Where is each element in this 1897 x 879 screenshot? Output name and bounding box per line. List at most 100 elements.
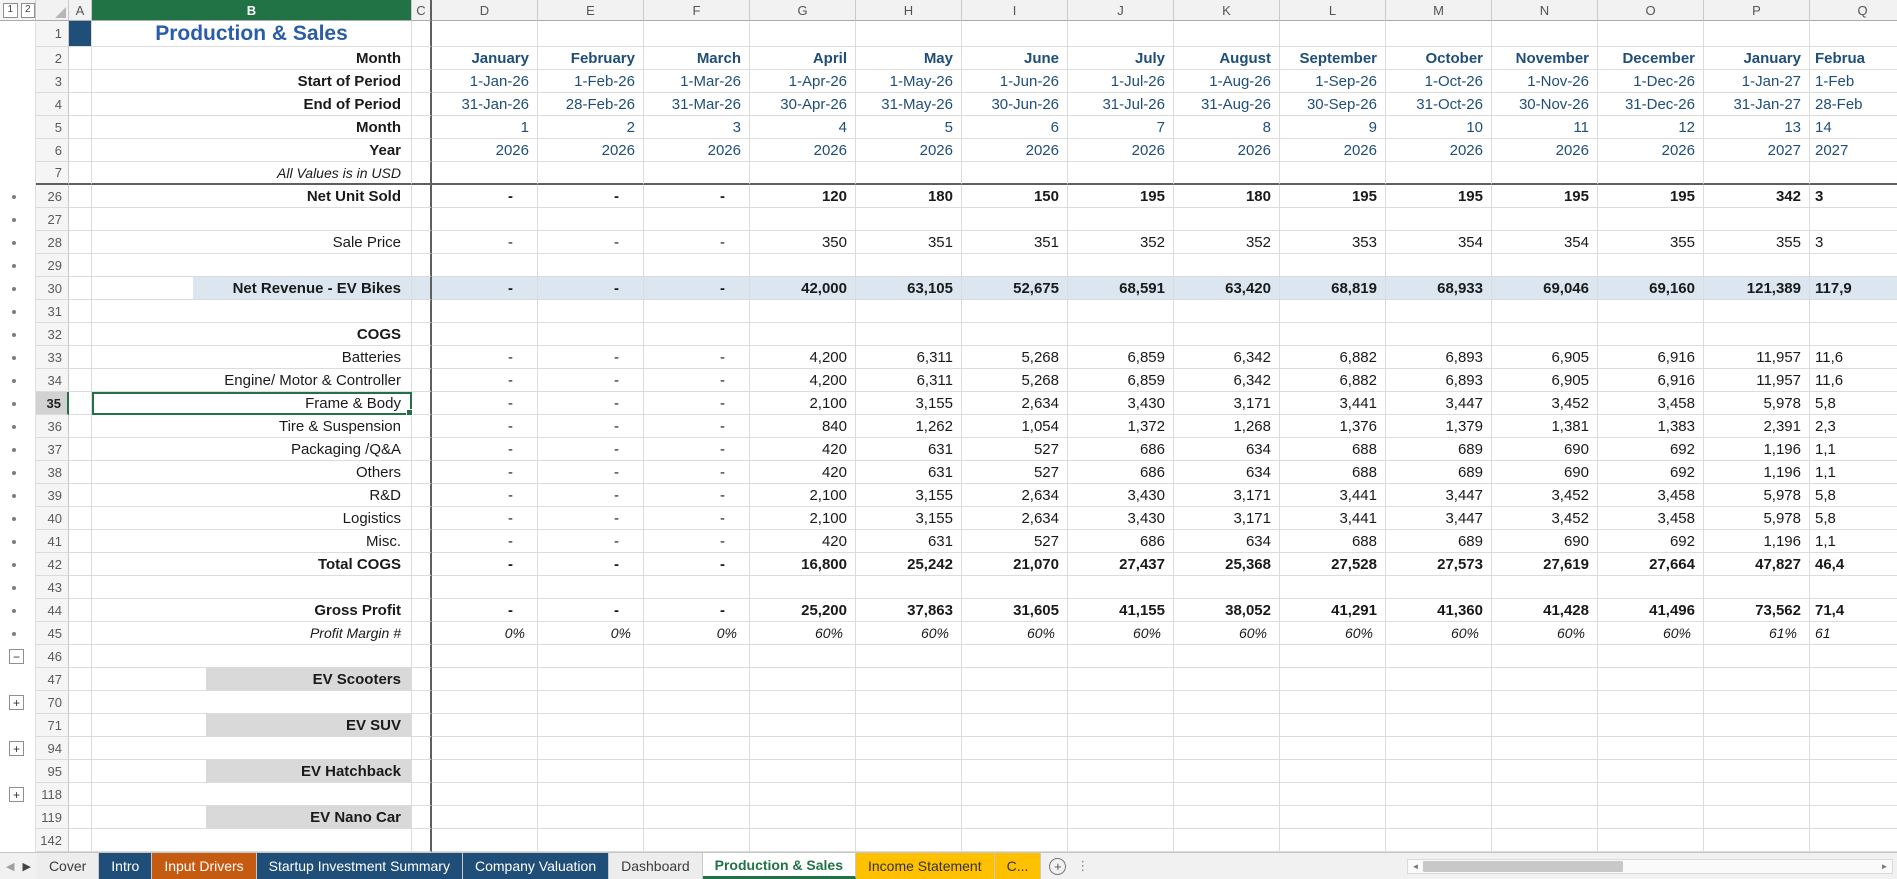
cell-J45[interactable]: 60% — [1068, 622, 1174, 645]
cell-N32[interactable] — [1492, 323, 1598, 346]
cell-N31[interactable] — [1492, 300, 1598, 323]
cell-B44[interactable]: Gross Profit — [92, 599, 412, 622]
cell-P142[interactable] — [1704, 829, 1810, 852]
cell-K36[interactable]: 1,268 — [1174, 415, 1280, 438]
column-header-L[interactable]: L — [1280, 0, 1386, 21]
cell-O6[interactable]: 2026 — [1598, 139, 1704, 162]
cell-M30[interactable]: 68,933 — [1386, 277, 1492, 300]
cell-D6[interactable]: 2026 — [432, 139, 538, 162]
cell-N6[interactable]: 2026 — [1492, 139, 1598, 162]
cell-E36[interactable]: - — [538, 415, 644, 438]
row-header-41[interactable]: 41 — [36, 530, 69, 553]
cell-I33[interactable]: 5,268 — [962, 346, 1068, 369]
cell-A42[interactable] — [69, 553, 92, 576]
cell-P1[interactable] — [1704, 21, 1810, 47]
cell-B43[interactable] — [92, 576, 412, 599]
cell-B142[interactable] — [92, 829, 412, 852]
cell-I35[interactable]: 2,634 — [962, 392, 1068, 415]
cell-Q26[interactable]: 3 — [1810, 185, 1897, 208]
cell-K118[interactable] — [1174, 783, 1280, 806]
column-header-B[interactable]: B — [92, 0, 412, 21]
cell-L118[interactable] — [1280, 783, 1386, 806]
cell-A34[interactable] — [69, 369, 92, 392]
sheet-tab-cover[interactable]: Cover — [36, 853, 100, 879]
cell-H4[interactable]: 31-May-26 — [856, 93, 962, 116]
sheet-tab-company-valuation[interactable]: Company Valuation — [462, 853, 610, 879]
cell-D26[interactable]: - — [432, 185, 538, 208]
cell-C39[interactable] — [412, 484, 432, 507]
cell-B26[interactable]: Net Unit Sold — [92, 185, 412, 208]
cell-I5[interactable]: 6 — [962, 116, 1068, 139]
cell-I4[interactable]: 30-Jun-26 — [962, 93, 1068, 116]
cell-L6[interactable]: 2026 — [1280, 139, 1386, 162]
cell-M1[interactable] — [1386, 21, 1492, 47]
cell-L46[interactable] — [1280, 645, 1386, 668]
cell-I6[interactable]: 2026 — [962, 139, 1068, 162]
cell-K71[interactable] — [1174, 714, 1280, 737]
cell-P34[interactable]: 11,957 — [1704, 369, 1810, 392]
cell-M35[interactable]: 3,447 — [1386, 392, 1492, 415]
cell-A41[interactable] — [69, 530, 92, 553]
cell-H28[interactable]: 351 — [856, 231, 962, 254]
cell-B47[interactable]: EV Scooters — [92, 668, 412, 691]
row-header-45[interactable]: 45 — [36, 622, 69, 645]
cell-D39[interactable]: - — [432, 484, 538, 507]
cell-H30[interactable]: 63,105 — [856, 277, 962, 300]
row-header-31[interactable]: 31 — [36, 300, 69, 323]
cell-M119[interactable] — [1386, 806, 1492, 829]
cell-I30[interactable]: 52,675 — [962, 277, 1068, 300]
cell-P39[interactable]: 5,978 — [1704, 484, 1810, 507]
cell-G5[interactable]: 4 — [750, 116, 856, 139]
cell-F36[interactable]: - — [644, 415, 750, 438]
cell-O118[interactable] — [1598, 783, 1704, 806]
cell-K1[interactable] — [1174, 21, 1280, 47]
row-header-35[interactable]: 35 — [36, 392, 69, 415]
cell-K47[interactable] — [1174, 668, 1280, 691]
cell-D70[interactable] — [432, 691, 538, 714]
cell-B37[interactable]: Packaging /Q&A — [92, 438, 412, 461]
cell-F28[interactable]: - — [644, 231, 750, 254]
cell-F71[interactable] — [644, 714, 750, 737]
cell-F3[interactable]: 1-Mar-26 — [644, 70, 750, 93]
cell-K6[interactable]: 2026 — [1174, 139, 1280, 162]
cell-E34[interactable]: - — [538, 369, 644, 392]
cell-G38[interactable]: 420 — [750, 461, 856, 484]
cell-A33[interactable] — [69, 346, 92, 369]
cell-P26[interactable]: 342 — [1704, 185, 1810, 208]
cell-L33[interactable]: 6,882 — [1280, 346, 1386, 369]
cell-Q27[interactable] — [1810, 208, 1897, 231]
cell-A47[interactable] — [69, 668, 92, 691]
cell-C7[interactable] — [412, 162, 432, 185]
cell-N34[interactable]: 6,905 — [1492, 369, 1598, 392]
cell-L94[interactable] — [1280, 737, 1386, 760]
cell-J2[interactable]: July — [1068, 47, 1174, 70]
cell-L142[interactable] — [1280, 829, 1386, 852]
cell-J95[interactable] — [1068, 760, 1174, 783]
cell-O37[interactable]: 692 — [1598, 438, 1704, 461]
cell-F5[interactable]: 3 — [644, 116, 750, 139]
cell-J5[interactable]: 7 — [1068, 116, 1174, 139]
cell-N29[interactable] — [1492, 254, 1598, 277]
cell-P46[interactable] — [1704, 645, 1810, 668]
cell-M37[interactable]: 689 — [1386, 438, 1492, 461]
cell-H39[interactable]: 3,155 — [856, 484, 962, 507]
cell-O94[interactable] — [1598, 737, 1704, 760]
cell-B34[interactable]: Engine/ Motor & Controller — [92, 369, 412, 392]
cell-B71[interactable]: EV SUV — [92, 714, 412, 737]
cell-P7[interactable] — [1704, 162, 1810, 185]
cell-D119[interactable] — [432, 806, 538, 829]
cell-M32[interactable] — [1386, 323, 1492, 346]
column-header-K[interactable]: K — [1174, 0, 1280, 21]
row-header-40[interactable]: 40 — [36, 507, 69, 530]
cell-E40[interactable]: - — [538, 507, 644, 530]
cell-I70[interactable] — [962, 691, 1068, 714]
cell-C94[interactable] — [412, 737, 432, 760]
row-header-32[interactable]: 32 — [36, 323, 69, 346]
cell-G44[interactable]: 25,200 — [750, 599, 856, 622]
cell-J3[interactable]: 1-Jul-26 — [1068, 70, 1174, 93]
cell-F94[interactable] — [644, 737, 750, 760]
cell-G43[interactable] — [750, 576, 856, 599]
cell-O7[interactable] — [1598, 162, 1704, 185]
cell-P40[interactable]: 5,978 — [1704, 507, 1810, 530]
cell-J31[interactable] — [1068, 300, 1174, 323]
